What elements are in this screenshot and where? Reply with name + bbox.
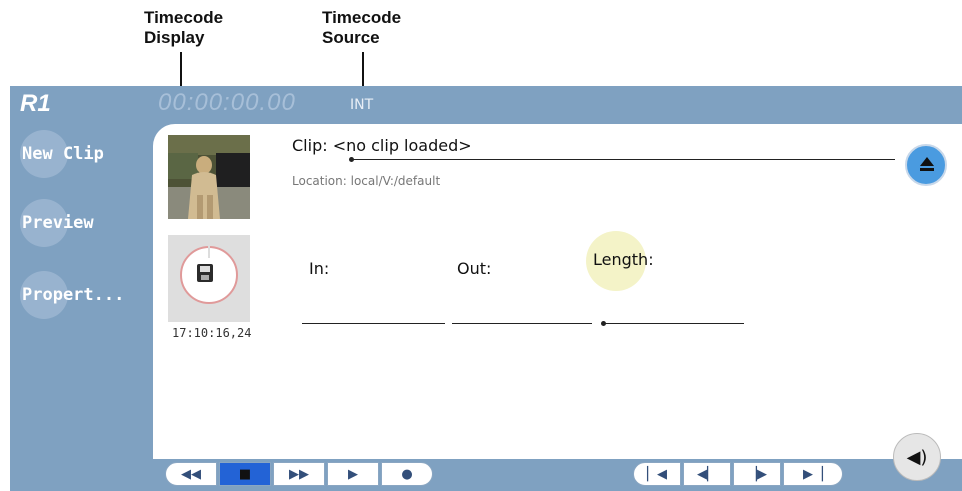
audio-button[interactable]: ◀) [893,433,941,481]
record-timestamp: 17:10:16,24 [172,326,252,340]
floppy-disk-icon [197,264,213,282]
out-label: Out: [457,259,492,278]
step-back-button[interactable]: ◀▏ [683,462,731,486]
go-to-start-icon: ▏◀ [647,466,667,482]
button-label: New Clip [22,144,104,164]
step-back-icon: ◀▏ [697,466,717,482]
clip-location: Location: local/V:/default [292,174,441,188]
play-icon: ▶ [348,466,358,482]
clip-name[interactable]: <no clip loaded> [333,136,472,155]
go-to-end-button[interactable]: ▶▕ [783,462,843,486]
callout-line-1: Timecode [144,8,224,27]
callout-line-2: Display [144,28,205,47]
fast-forward-icon: ▶▶ [289,466,309,482]
transport-bar: ◀◀ ■ ▶▶ ▶ ● ▏◀ ◀▏ ▕▶ ▶▕ [153,459,962,491]
go-to-end-icon: ▶▕ [803,466,823,482]
recorder-name: R1 [20,90,51,117]
record-to-disk-button[interactable] [168,235,250,322]
callout-line-1: Timecode [322,8,402,27]
thumbnail-image [168,135,250,219]
out-field[interactable] [452,323,592,324]
clip-panel: Clip: <no clip loaded> Location: local/V… [153,124,962,459]
play-button[interactable]: ▶ [327,462,379,486]
recorder-window: R1 00:00:00.00 INT New Clip Preview Prop… [10,86,962,491]
length-field-marker [601,321,606,326]
length-label: Length: [593,250,654,269]
callout-line-2: Source [322,28,380,47]
clip-heading: Clip: <no clip loaded> [292,136,472,155]
go-to-start-button[interactable]: ▏◀ [633,462,681,486]
new-clip-button[interactable]: New Clip [20,130,130,180]
length-field[interactable] [603,323,744,324]
step-forward-button[interactable]: ▕▶ [733,462,781,486]
record-button[interactable]: ● [381,462,433,486]
clip-thumbnail[interactable] [168,135,250,219]
eject-icon-bar [920,168,934,171]
step-forward-icon: ▕▶ [747,466,767,482]
record-icon: ● [401,466,413,482]
speaker-icon: ◀) [906,446,928,468]
title-bar: R1 00:00:00.00 INT [10,86,962,122]
button-label: Preview [22,213,94,233]
eject-button[interactable] [905,144,947,186]
fast-forward-button[interactable]: ▶▶ [273,462,325,486]
properties-button[interactable]: Propert... [20,271,130,321]
eject-icon [920,157,934,166]
stop-icon: ■ [238,466,252,482]
preview-button[interactable]: Preview [20,199,130,249]
rewind-icon: ◀◀ [181,466,201,482]
ring-tick [208,246,210,258]
rewind-button[interactable]: ◀◀ [165,462,217,486]
stop-button[interactable]: ■ [219,462,271,486]
clip-underline [351,159,895,160]
timecode-source[interactable]: INT [350,97,373,113]
timecode-display-callout: Timecode Display [144,8,223,48]
clip-line-marker [349,157,354,162]
timecode-source-callout: Timecode Source [322,8,401,48]
button-label: Propert... [22,285,125,305]
in-label: In: [309,259,330,278]
clip-label: Clip: [292,136,328,155]
timecode-display: 00:00:00.00 [158,89,296,116]
in-field[interactable] [302,323,445,324]
